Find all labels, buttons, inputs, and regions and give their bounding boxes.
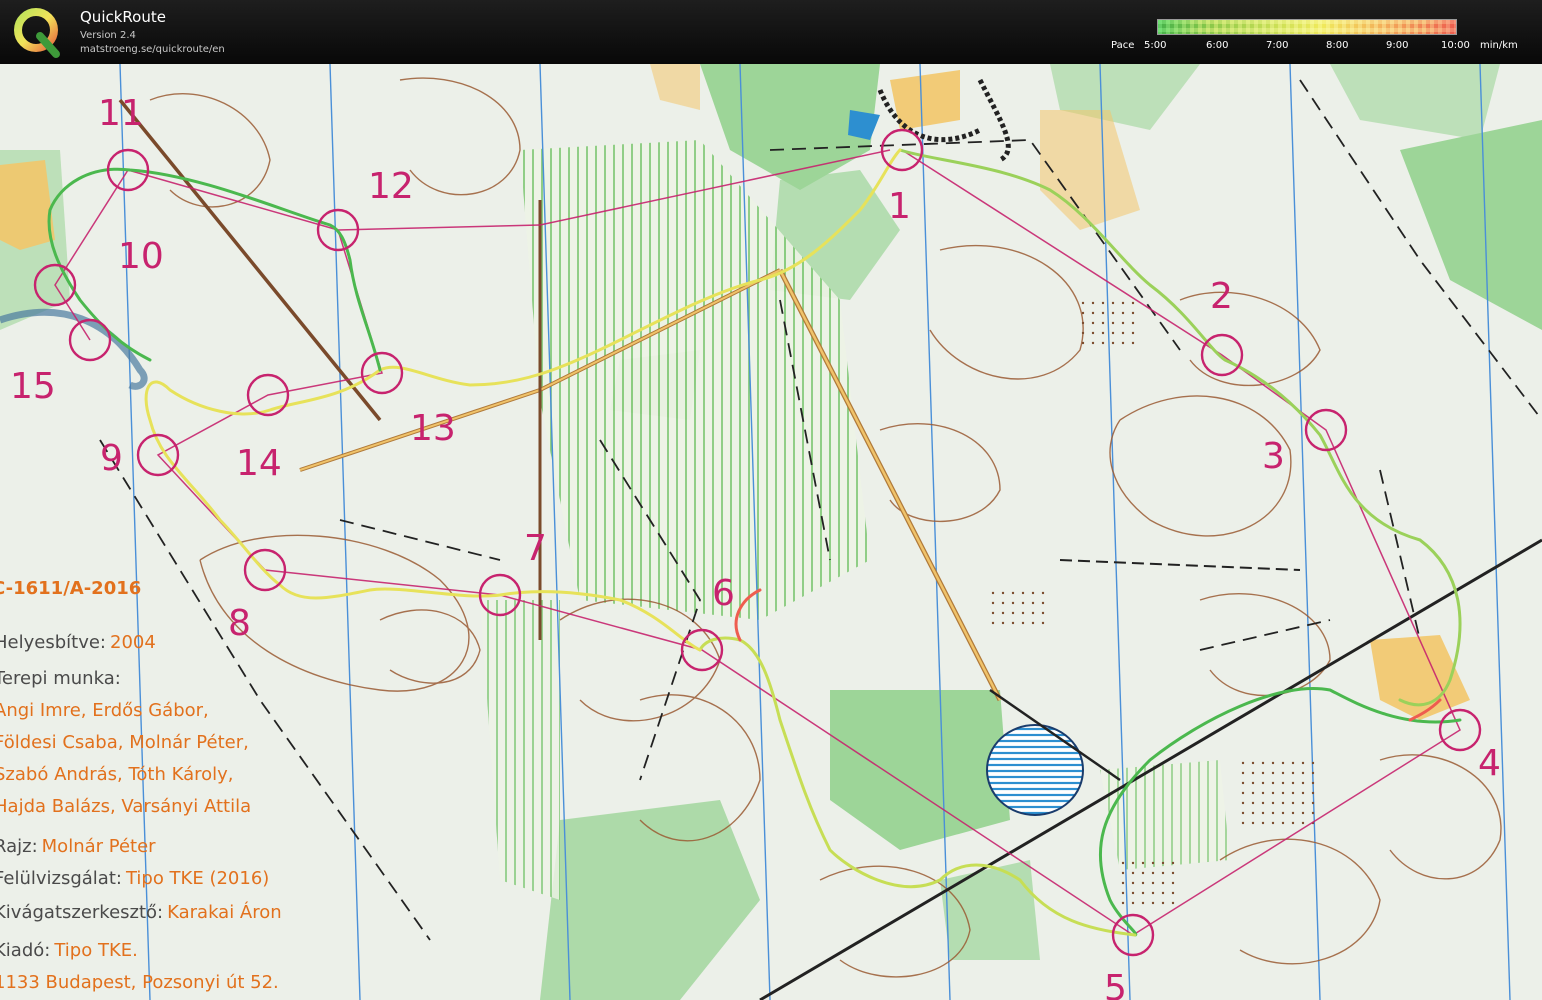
- pace-unit: min/km: [1480, 40, 1518, 51]
- control-number: 9: [100, 438, 123, 479]
- pace-tick-label: 5:00: [1144, 40, 1167, 51]
- control-number: 7: [524, 528, 547, 569]
- control-number: 3: [1262, 436, 1285, 477]
- app-header: QuickRoute Version 2.4 matstroeng.se/qui…: [0, 0, 1542, 64]
- svg-text:Szabó András, Tóth Károly,: Szabó András, Tóth Károly,: [0, 764, 234, 785]
- svg-text:Helyesbítve:2004: Helyesbítve: 2004: [0, 632, 156, 653]
- quickroute-logo-icon: [14, 8, 60, 58]
- svg-text:Felülvizsgálat:Tipo TKE (2016: Felülvizsgálat: Tipo TKE (2016): [0, 868, 269, 889]
- svg-text:Hajda Balázs, Varsányi Attila: Hajda Balázs, Varsányi Attila: [0, 796, 251, 817]
- pace-tick-label: 10:00: [1441, 40, 1470, 51]
- app-version: Version 2.4: [80, 30, 136, 41]
- pace-tick-label: 9:00: [1386, 40, 1409, 51]
- app-name: QuickRoute: [80, 8, 166, 26]
- control-number: 14: [236, 443, 282, 484]
- svg-text:Terepi munka:: Terepi munka:: [0, 668, 121, 689]
- svg-text:Földesi Csaba, Molnár Péter,: Földesi Csaba, Molnár Péter,: [0, 732, 249, 753]
- control-number: 10: [118, 236, 164, 277]
- control-number: 11: [98, 93, 144, 134]
- control-number: 8: [228, 603, 251, 644]
- map-id: C-1611/A-2016: [0, 578, 141, 599]
- orienteering-map[interactable]: 1 2 3 4 5 6 7 8 9 10 11 12 13 14 15 C-16…: [0, 64, 1542, 1000]
- control-number: 15: [10, 366, 56, 407]
- control-number: 2: [1210, 276, 1233, 317]
- app-url[interactable]: matstroeng.se/quickroute/en: [80, 44, 225, 55]
- pace-color-scale: [1157, 19, 1457, 35]
- pace-caption: Pace: [1111, 40, 1135, 51]
- svg-text:Kiadó:Tipo TKE.: Kiadó:Tipo TKE.: [0, 940, 138, 961]
- svg-text:Rajz:Molnár Péter: Rajz:Molnár Péter: [0, 836, 156, 857]
- lake: [986, 724, 1084, 816]
- pace-tick-label: 7:00: [1266, 40, 1289, 51]
- svg-text:1133 Budapest, Pozsonyi út 52.: 1133 Budapest, Pozsonyi út 52.: [0, 972, 279, 993]
- control-number: 1: [888, 186, 911, 227]
- control-number: 12: [368, 166, 414, 207]
- svg-text:Angi Imre, Erdős Gábor,: Angi Imre, Erdős Gábor,: [0, 700, 209, 721]
- control-number: 5: [1104, 968, 1127, 1000]
- control-number: 6: [712, 573, 735, 614]
- pace-tick-label: 8:00: [1326, 40, 1349, 51]
- control-number: 13: [410, 408, 456, 449]
- pace-tick-label: 6:00: [1206, 40, 1229, 51]
- svg-text:Kivágatszerkesztő:Karakai Áron: Kivágatszerkesztő: Karakai Áron: [0, 901, 282, 923]
- control-number: 4: [1478, 743, 1501, 784]
